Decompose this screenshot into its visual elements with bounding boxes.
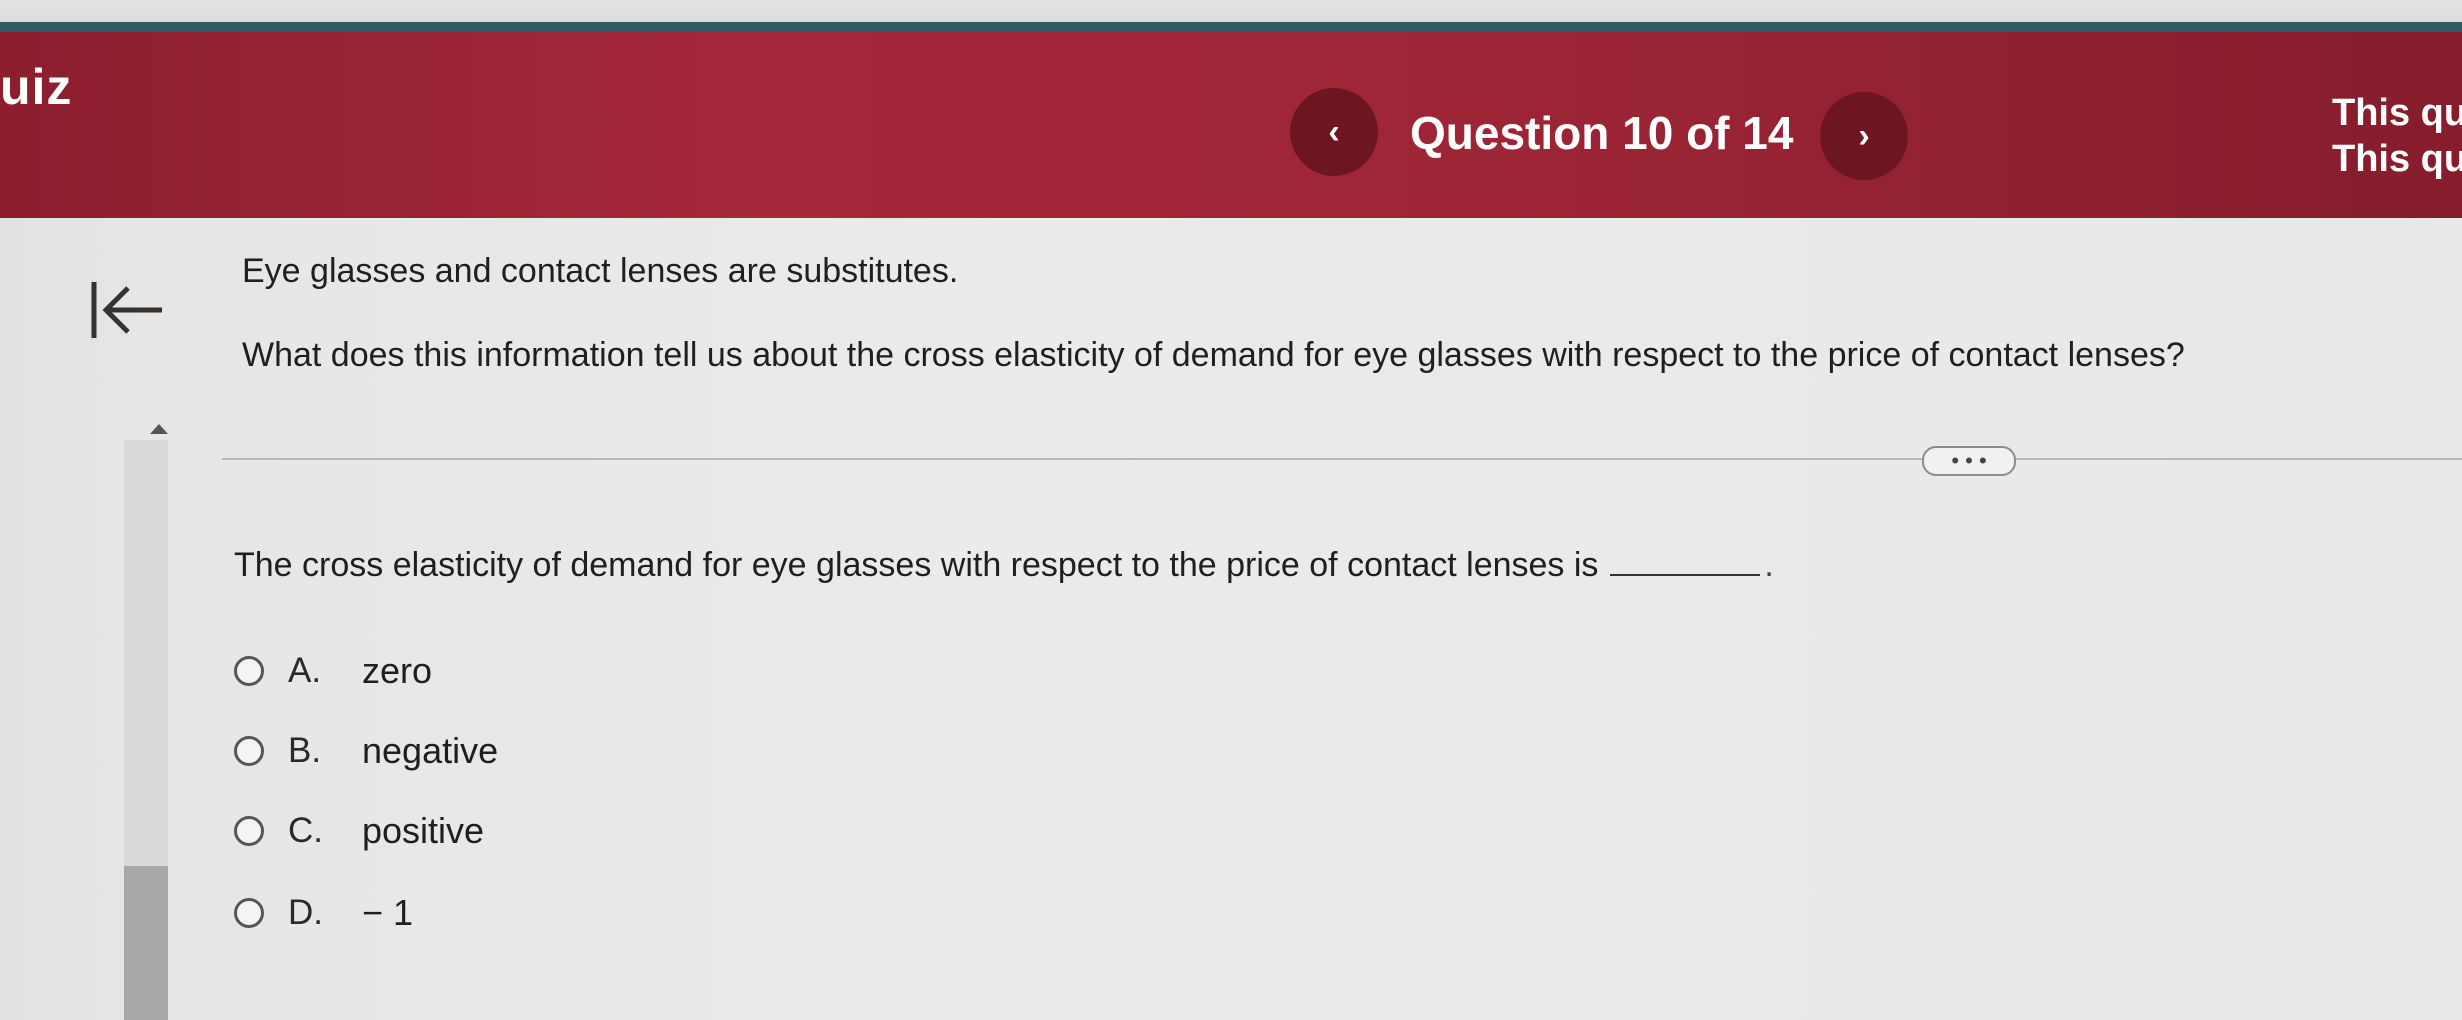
question-premise: Eye glasses and contact lenses are subst… xyxy=(242,252,959,290)
radio-button[interactable] xyxy=(234,736,264,766)
question-prompt: What does this information tell us about… xyxy=(242,336,2185,374)
expand-more-button[interactable]: • • • xyxy=(1922,446,2016,476)
header-note-line-1: This qu xyxy=(2332,92,2462,134)
radio-button[interactable] xyxy=(234,898,264,928)
option-letter: D. xyxy=(288,893,323,932)
previous-question-button[interactable]: ‹ xyxy=(1290,88,1378,176)
chevron-left-icon: ‹ xyxy=(1328,112,1340,151)
chevron-right-icon: › xyxy=(1858,116,1870,155)
radio-button[interactable] xyxy=(234,816,264,846)
browser-top-strip xyxy=(0,0,2462,22)
question-content: Eye glasses and contact lenses are subst… xyxy=(196,218,2462,1020)
scrollbar-thumb[interactable] xyxy=(124,866,168,1020)
quiz-title: uiz xyxy=(0,59,73,115)
scroll-up-arrow-icon[interactable] xyxy=(150,424,168,434)
question-counter: Question 10 of 14 xyxy=(1410,107,1794,159)
answer-blank xyxy=(1610,546,1761,576)
more-dots-icon: • • • xyxy=(1951,448,1987,473)
option-letter: B. xyxy=(288,731,322,770)
header-note-line-2: This qu xyxy=(2332,138,2462,180)
statement-text: The cross elasticity of demand for eye g… xyxy=(234,546,1599,584)
option-a[interactable]: A. zero xyxy=(234,646,432,696)
option-d[interactable]: D. − 1 xyxy=(234,888,413,938)
back-to-start-button[interactable] xyxy=(88,276,168,346)
section-divider xyxy=(222,458,2462,460)
quiz-header xyxy=(0,32,2462,218)
option-c[interactable]: C. positive xyxy=(234,806,484,856)
accent-line xyxy=(0,22,2462,32)
arrow-left-to-line-icon xyxy=(91,282,162,338)
option-text: positive xyxy=(362,810,485,851)
option-letter: A. xyxy=(288,651,322,690)
option-text: − 1 xyxy=(362,892,414,933)
option-b[interactable]: B. negative xyxy=(234,726,498,776)
option-text: zero xyxy=(362,650,433,691)
radio-button[interactable] xyxy=(234,656,264,686)
answer-statement: The cross elasticity of demand for eye g… xyxy=(234,546,1774,585)
option-text: negative xyxy=(362,730,499,771)
statement-period: . xyxy=(1764,546,1774,584)
next-question-button[interactable]: › xyxy=(1820,92,1908,180)
quiz-page: uiz ‹ Question 10 of 14 › This qu This q… xyxy=(0,0,2462,1020)
option-letter: C. xyxy=(288,811,323,850)
